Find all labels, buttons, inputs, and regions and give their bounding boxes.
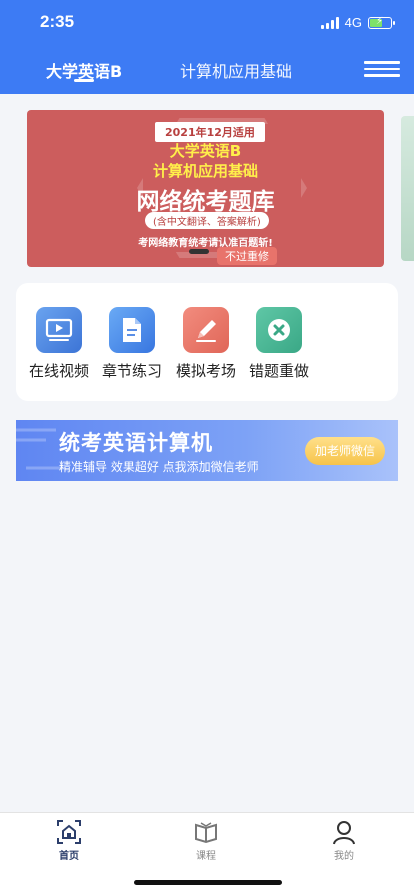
add-teacher-wechat-button[interactable]: 加老师微信 (305, 437, 385, 465)
tab-label: 首页 (59, 851, 79, 862)
subject-tabs: 大学英语B 计算机应用基础 (0, 52, 414, 92)
quick-chapter-practice[interactable]: 章节练习 (96, 307, 168, 381)
quick-label: 错题重做 (248, 362, 309, 380)
quick-label: 章节练习 (101, 362, 162, 380)
user-icon (333, 821, 355, 845)
status-time: 2:35 (40, 12, 75, 31)
promo-subtitle: 精准辅导 效果超好 点我添加微信老师 (59, 460, 259, 474)
tab-label: 课程 (196, 851, 216, 862)
promo-carousel-slide[interactable]: 2021年12月适用 大学英语B 计算机应用基础 网络统考题库 (含中文翻译、答… (27, 110, 384, 267)
status-bar: 2:35 4G ⚡ (0, 0, 414, 44)
carousel-indicator (189, 249, 209, 254)
video-icon (36, 307, 82, 353)
document-icon (109, 307, 155, 353)
quick-mock-exam[interactable]: 模拟考场 (170, 307, 242, 381)
tab-label: 我的 (334, 851, 354, 862)
quick-redo-mistakes[interactable]: 错题重做 (243, 307, 315, 381)
banner-tagline: 考网络教育统考请认准百题斩! (138, 238, 273, 249)
battery-icon: ⚡ (368, 16, 395, 29)
quick-access-card: 在线视频 章节练习 模拟考场 错题重做 (16, 283, 398, 401)
tab-profile[interactable]: 我的 (314, 819, 374, 862)
cross-icon (256, 307, 302, 353)
home-indicator (134, 880, 282, 885)
network-type: 4G (344, 15, 362, 30)
signal-icon (320, 16, 339, 29)
quick-label: 在线视频 (28, 362, 89, 380)
app-header: 2:35 4G ⚡ 大学英语B 计算机应用基础 (0, 0, 414, 94)
next-slide-peek[interactable] (401, 116, 414, 261)
tab-computer[interactable]: 计算机应用基础 (180, 58, 292, 82)
tab-courses[interactable]: 课程 (176, 819, 236, 862)
banner-title-english: 大学英语B (169, 142, 242, 160)
active-tab-indicator (74, 79, 94, 82)
menu-button[interactable] (364, 61, 400, 79)
banner-main-title: 网络统考题库 (136, 189, 275, 215)
pencil-icon (183, 307, 229, 353)
banner-subtitle: (含中文翻译、答案解析) (145, 212, 269, 229)
status-indicators: 4G ⚡ (320, 15, 395, 30)
book-icon (195, 822, 217, 844)
home-icon (57, 820, 81, 844)
quick-label: 模拟考场 (175, 362, 236, 380)
tab-home[interactable]: 首页 (39, 819, 99, 862)
banner-title-computer: 计算机应用基础 (152, 162, 258, 180)
promo-title: 统考英语计算机 (59, 431, 213, 455)
banner-tag: 不过重修 (217, 247, 277, 265)
quick-online-video[interactable]: 在线视频 (23, 307, 95, 381)
wechat-promo-banner[interactable]: 统考英语计算机 精准辅导 效果超好 点我添加微信老师 加老师微信 (16, 420, 398, 481)
banner-date-label: 2021年12月适用 (155, 122, 265, 142)
